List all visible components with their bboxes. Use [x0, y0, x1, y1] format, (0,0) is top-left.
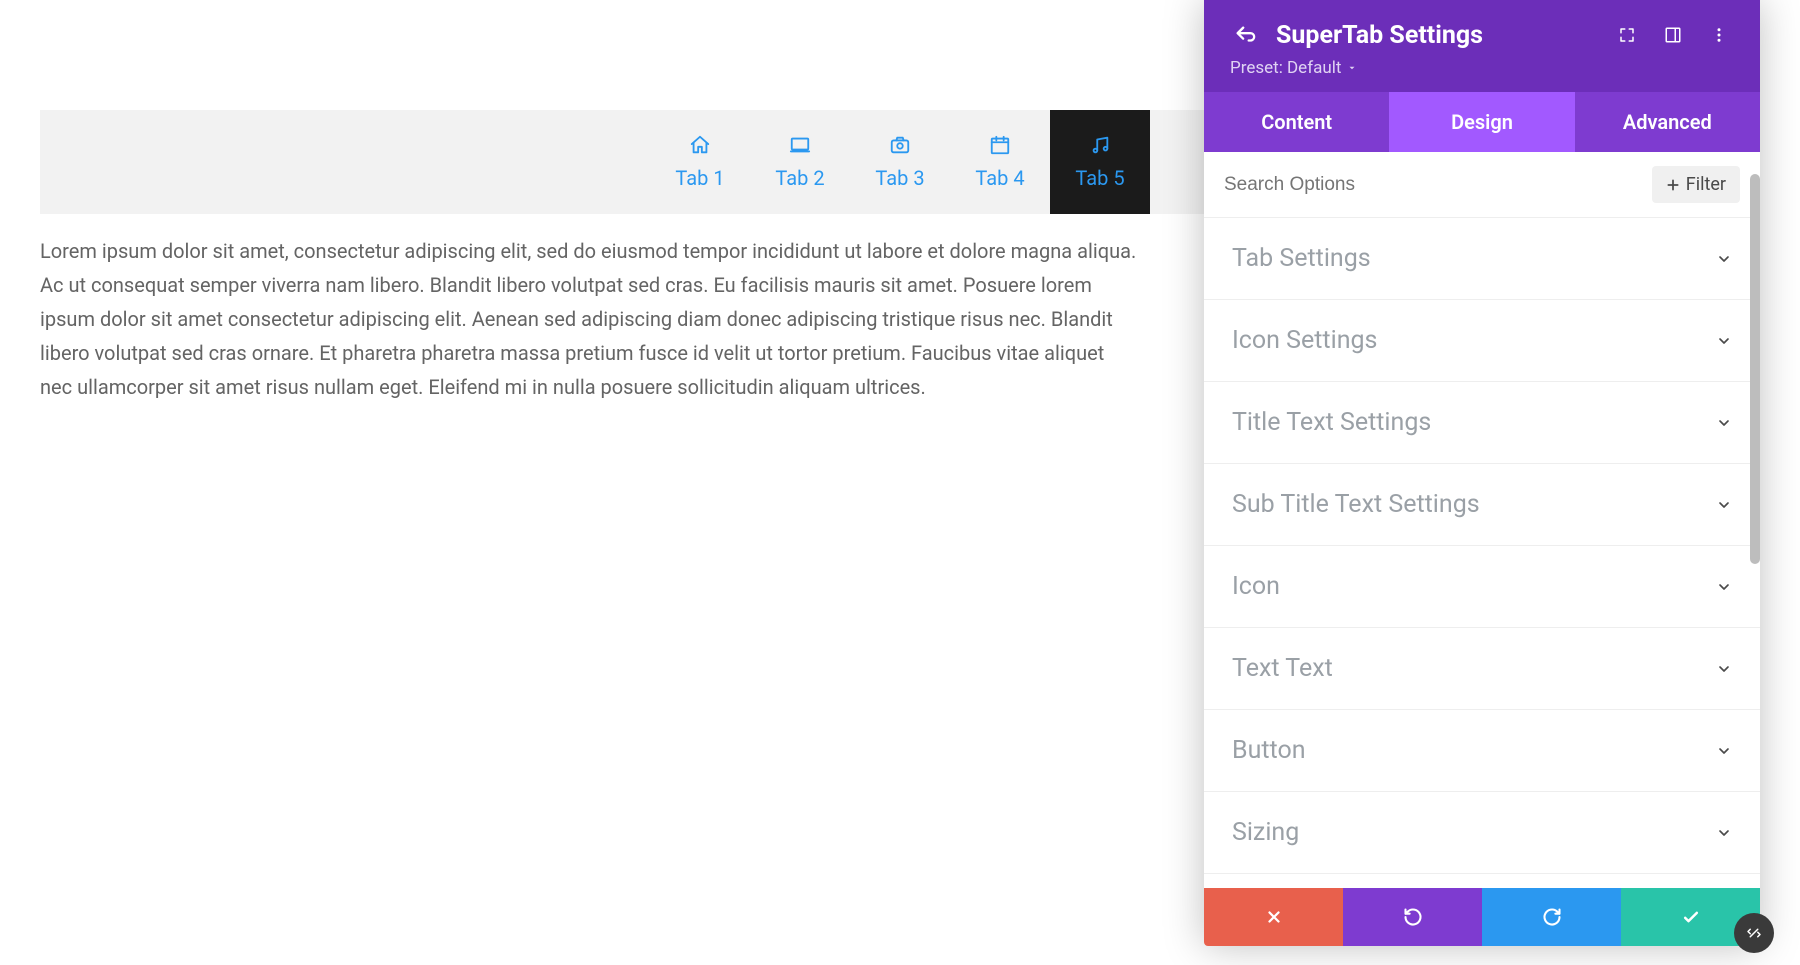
caret-down-icon	[1347, 63, 1357, 73]
chevron-down-icon	[1716, 497, 1732, 513]
expand-button[interactable]	[1612, 20, 1642, 50]
tab-1[interactable]: Tab 1	[650, 110, 750, 214]
section-title: Icon	[1232, 572, 1280, 601]
chevron-down-icon	[1716, 415, 1732, 431]
dock-icon	[1664, 26, 1682, 44]
section-text-text[interactable]: Text Text	[1204, 628, 1760, 710]
section-title: Tab Settings	[1232, 244, 1371, 273]
tab-3[interactable]: Tab 3	[850, 110, 950, 214]
section-title: Button	[1232, 736, 1306, 765]
panel-header-top: SuperTab Settings	[1230, 20, 1734, 50]
close-icon	[1265, 908, 1283, 926]
section-sizing[interactable]: Sizing	[1204, 792, 1760, 874]
panel-tab-design[interactable]: Design	[1389, 92, 1574, 152]
home-icon	[689, 134, 711, 156]
more-button[interactable]	[1704, 20, 1734, 50]
resize-handle[interactable]	[1734, 913, 1774, 953]
section-title: Title Text Settings	[1232, 408, 1431, 437]
plus-icon	[1666, 178, 1680, 192]
section-sub-title-text-settings[interactable]: Sub Title Text Settings	[1204, 464, 1760, 546]
chevron-down-icon	[1716, 251, 1732, 267]
check-icon	[1681, 907, 1701, 927]
tab-label: Tab 1	[675, 166, 724, 190]
sections[interactable]: Tab Settings Icon Settings Title Text Se…	[1204, 218, 1760, 888]
tab-2[interactable]: Tab 2	[750, 110, 850, 214]
chevron-down-icon	[1716, 579, 1732, 595]
chevron-down-icon	[1716, 825, 1732, 841]
section-title-text-settings[interactable]: Title Text Settings	[1204, 382, 1760, 464]
camera-icon	[889, 134, 911, 156]
preset-label: Preset: Default	[1230, 58, 1341, 78]
chevron-down-icon	[1716, 333, 1732, 349]
panel-header: SuperTab Settings Preset: Default	[1204, 0, 1760, 92]
undo-icon	[1403, 907, 1423, 927]
back-arrow-icon	[1234, 24, 1256, 46]
panel-title: SuperTab Settings	[1276, 21, 1596, 50]
section-title: Icon Settings	[1232, 326, 1377, 355]
panel-tab-advanced[interactable]: Advanced	[1575, 92, 1760, 152]
section-tab-settings[interactable]: Tab Settings	[1204, 218, 1760, 300]
dock-button[interactable]	[1658, 20, 1688, 50]
tab-label: Tab 5	[1075, 166, 1124, 190]
tab-label: Tab 3	[875, 166, 924, 190]
tab-5[interactable]: Tab 5	[1050, 110, 1150, 214]
music-icon	[1089, 134, 1111, 156]
filter-label: Filter	[1686, 174, 1726, 195]
expand-icon	[1618, 26, 1636, 44]
kebab-icon	[1710, 26, 1728, 44]
undo-button[interactable]	[1343, 888, 1482, 946]
resize-icon	[1745, 924, 1763, 942]
panel-tab-content[interactable]: Content	[1204, 92, 1389, 152]
calendar-icon	[989, 134, 1011, 156]
preset-dropdown[interactable]: Preset: Default	[1230, 58, 1357, 78]
back-button[interactable]	[1230, 20, 1260, 50]
section-title: Sizing	[1232, 818, 1299, 847]
redo-button[interactable]	[1482, 888, 1621, 946]
laptop-icon	[789, 134, 811, 156]
section-button[interactable]: Button	[1204, 710, 1760, 792]
scrollbar[interactable]	[1750, 174, 1760, 564]
body-text: Lorem ipsum dolor sit amet, consectetur …	[40, 234, 1140, 404]
settings-panel: SuperTab Settings Preset: Default Conten…	[1204, 0, 1760, 946]
section-icon[interactable]: Icon	[1204, 546, 1760, 628]
redo-icon	[1542, 907, 1562, 927]
cancel-button[interactable]	[1204, 888, 1343, 946]
chevron-down-icon	[1716, 661, 1732, 677]
panel-tabs: Content Design Advanced	[1204, 92, 1760, 152]
tab-label: Tab 4	[975, 166, 1024, 190]
section-title: Text Text	[1232, 654, 1333, 683]
section-title: Sub Title Text Settings	[1232, 490, 1480, 519]
section-icon-settings[interactable]: Icon Settings	[1204, 300, 1760, 382]
search-row: Filter	[1204, 152, 1760, 218]
tab-label: Tab 2	[775, 166, 824, 190]
tablist: Tab 1 Tab 2 Tab 3 Tab 4	[650, 110, 1150, 214]
search-input[interactable]	[1224, 174, 1652, 196]
panel-footer	[1204, 888, 1760, 946]
filter-button[interactable]: Filter	[1652, 166, 1740, 203]
chevron-down-icon	[1716, 743, 1732, 759]
tab-4[interactable]: Tab 4	[950, 110, 1050, 214]
